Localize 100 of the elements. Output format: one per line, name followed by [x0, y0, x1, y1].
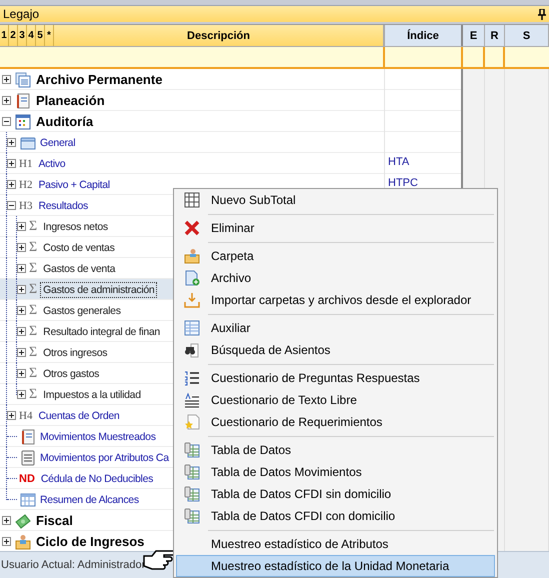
- tree-item-label: Planeación: [35, 92, 106, 109]
- grid-cell: [485, 69, 505, 90]
- marker-label: H1: [19, 158, 32, 170]
- banknote-icon: [15, 512, 31, 528]
- star-document-icon: [184, 414, 200, 430]
- sigma-icon: Σ: [29, 386, 38, 402]
- expand-icon[interactable]: [2, 537, 11, 546]
- tree-item-label: Gastos de administración: [41, 282, 156, 296]
- expand-icon[interactable]: [7, 138, 16, 147]
- sigma-icon: Σ: [29, 366, 38, 382]
- level-header[interactable]: 4: [27, 25, 36, 46]
- download-icon: [184, 292, 200, 308]
- sigma-icon: Σ: [29, 324, 38, 340]
- tree-item-label: Movimientos Muestreados: [39, 430, 157, 444]
- tree-row[interactable]: Auditoría: [0, 111, 549, 132]
- tree-item-label: Otros ingresos: [42, 346, 108, 360]
- collapse-icon[interactable]: [7, 201, 16, 210]
- add-file-icon: [184, 270, 200, 286]
- level-header[interactable]: 1: [0, 25, 9, 46]
- data-table-icon: [184, 464, 200, 480]
- expand-icon[interactable]: [17, 369, 26, 378]
- level-header[interactable]: 3: [18, 25, 27, 46]
- notebook-icon: [15, 92, 31, 108]
- menu-item[interactable]: Muestreo estadístico de la Unidad Monetaria: [176, 555, 495, 577]
- sigma-icon: Σ: [29, 218, 38, 234]
- expand-icon[interactable]: [17, 222, 26, 231]
- menu-item[interactable]: Eliminar: [176, 217, 495, 239]
- menu-item[interactable]: Tabla de Datos: [176, 439, 495, 461]
- expand-icon[interactable]: [2, 516, 11, 525]
- tree-item-label: Gastos de venta: [42, 262, 116, 276]
- grid-cell: [463, 69, 485, 90]
- text-lines-icon: [184, 392, 200, 408]
- menu-item[interactable]: Importar carpetas y archivos desde el explorador: [176, 289, 495, 311]
- level-header[interactable]: 2: [9, 25, 18, 46]
- menu-item[interactable]: Cuestionario de Preguntas Respuestas: [176, 367, 495, 389]
- tree-row[interactable]: Archivo Permanente: [0, 69, 549, 90]
- menu-item[interactable]: Auxiliar: [176, 317, 495, 339]
- sigma-icon: Σ: [29, 302, 38, 318]
- tree-item-label: Pasivo + Capital: [37, 178, 111, 192]
- column-header[interactable]: R: [485, 25, 505, 46]
- expand-icon[interactable]: [17, 243, 26, 252]
- tree-item-label: Ciclo de Ingresos: [35, 533, 146, 550]
- expand-icon[interactable]: [17, 285, 26, 294]
- tree-item-label: Resultados: [37, 198, 89, 212]
- expand-icon[interactable]: [17, 306, 26, 315]
- expand-icon[interactable]: [7, 159, 16, 168]
- tree-row[interactable]: H1 Activo HTA: [0, 153, 549, 174]
- expand-icon[interactable]: [17, 390, 26, 399]
- menu-item[interactable]: Carpeta: [176, 245, 495, 267]
- tree-item-label: Costo de ventas: [42, 240, 116, 254]
- documents-icon: [15, 72, 31, 88]
- list-icon: [20, 450, 36, 466]
- marker-label: H3: [19, 200, 32, 212]
- binoculars-icon: [184, 342, 200, 358]
- tree-item-label: General: [39, 136, 76, 150]
- expand-icon[interactable]: [17, 264, 26, 273]
- tree-row[interactable]: Planeación: [0, 90, 549, 111]
- grid-cell: [505, 69, 549, 90]
- column-header[interactable]: Índice: [385, 25, 463, 46]
- expand-icon[interactable]: [7, 180, 16, 189]
- person-folder-icon: [184, 248, 200, 264]
- tree-item-label: Cédula de No Deducibles: [40, 472, 154, 486]
- tree-item-label: Gastos generales: [42, 304, 122, 318]
- tree-item-label: Otros gastos: [42, 366, 100, 380]
- level-header[interactable]: 5: [36, 25, 45, 46]
- tree-item-label: Movimientos por Atributos Ca: [39, 450, 170, 464]
- level-header[interactable]: *: [45, 25, 54, 46]
- menu-item[interactable]: Tabla de Datos Movimientos: [176, 461, 495, 483]
- menu-item[interactable]: Búsqueda de Asientos: [176, 339, 495, 361]
- tree-row[interactable]: General: [0, 132, 549, 153]
- collapse-icon[interactable]: [2, 117, 11, 126]
- menu-item[interactable]: Cuestionario de Requerimientos: [176, 411, 495, 433]
- expand-icon[interactable]: [2, 75, 11, 84]
- column-header[interactable]: E: [463, 25, 485, 46]
- tree-item-label: Resumen de Alcances: [39, 492, 140, 506]
- expand-icon[interactable]: [17, 348, 26, 357]
- menu-item[interactable]: Tabla de Datos CFDI con domicilio: [176, 505, 495, 527]
- tree-item-label: Ingresos netos: [42, 220, 109, 234]
- delete-icon: [184, 220, 200, 236]
- pin-icon[interactable]: [538, 8, 546, 20]
- expand-icon[interactable]: [17, 327, 26, 336]
- status-text: Usuario Actual: Administrador: [1, 559, 146, 571]
- column-header[interactable]: S: [505, 25, 549, 46]
- panel-title: Legajo: [3, 6, 40, 22]
- marker-label: H2: [19, 178, 32, 190]
- expand-icon[interactable]: [2, 96, 11, 105]
- menu-item[interactable]: Archivo: [176, 267, 495, 289]
- menu-item[interactable]: Muestreo estadístico de Atributos: [176, 533, 495, 555]
- notebook-icon: [20, 428, 36, 444]
- sigma-icon: Σ: [29, 282, 38, 298]
- expand-icon[interactable]: [7, 411, 16, 420]
- menu-item[interactable]: Cuestionario de Texto Libre: [176, 389, 495, 411]
- menu-item[interactable]: Tabla de Datos CFDI sin domicilio: [176, 483, 495, 505]
- tree-item-label: Archivo Permanente: [35, 71, 164, 88]
- tree-item-label: Cuentas de Orden: [37, 408, 120, 422]
- grid-cell: [505, 531, 549, 551]
- table-icon: [184, 320, 200, 336]
- tree-item-label: Resultado integral de finan: [42, 324, 161, 338]
- tree-item-label: Fiscal: [35, 512, 74, 529]
- column-header[interactable]: Descripción: [54, 25, 384, 46]
